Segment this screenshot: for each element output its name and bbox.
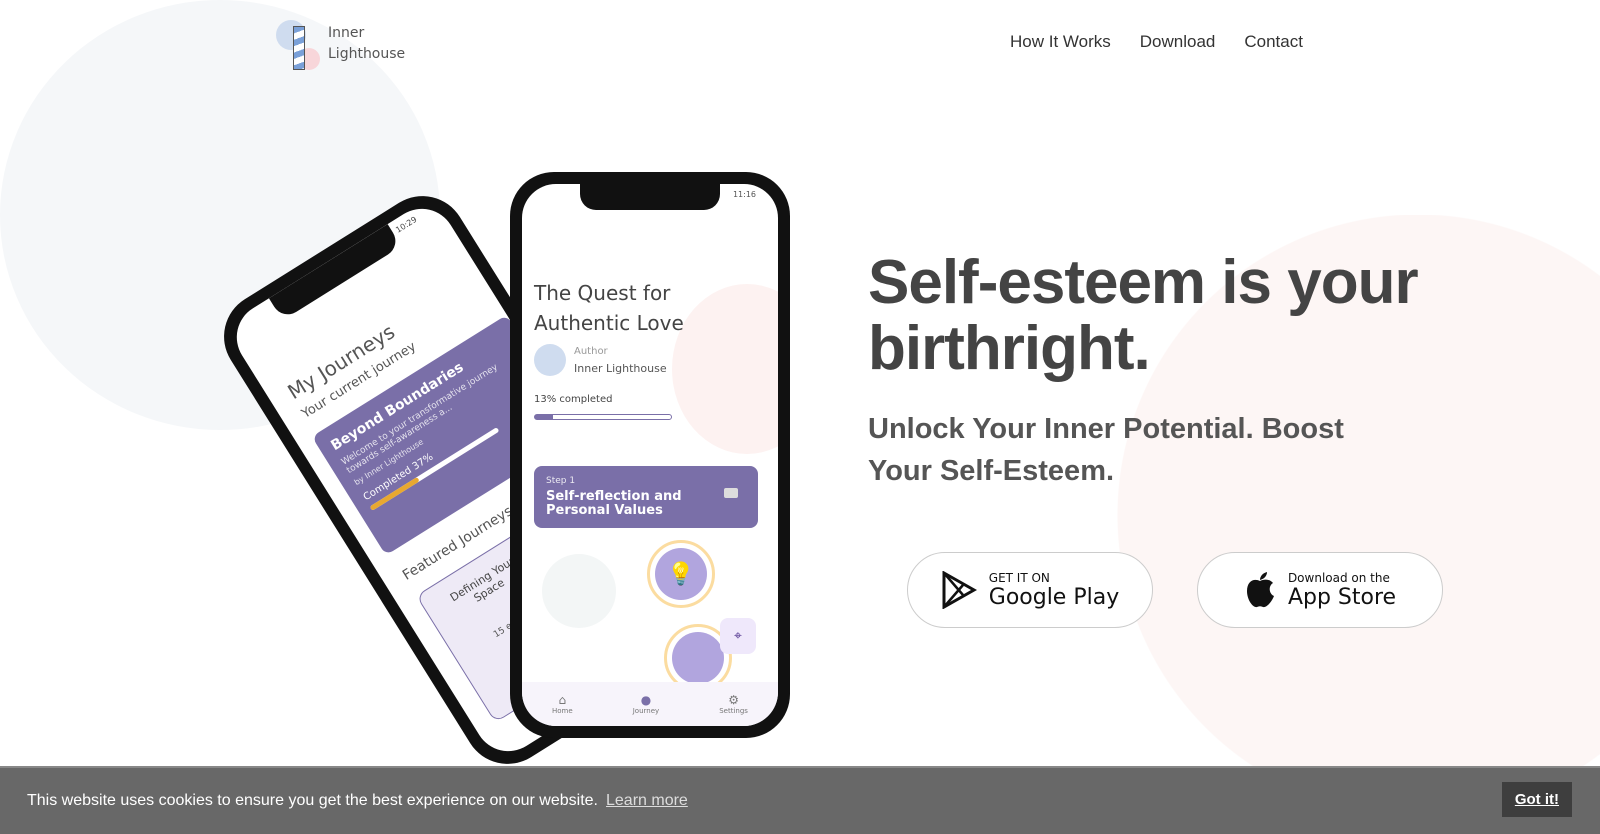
google-play-icon [942,571,977,609]
nav-download[interactable]: Download [1140,32,1216,52]
folder-icon [724,488,738,498]
google-small: GET IT ON [988,570,1050,585]
journey-title-line2: Authentic Love [534,311,684,335]
home-icon: ⌂ [558,693,567,707]
logo[interactable]: Inner Lighthouse [276,18,405,70]
author-avatar [534,344,566,376]
lighthouse-logo-icon [276,18,320,70]
tab-home[interactable]: ⌂ Home [552,693,573,715]
hero-title: Self-esteem is your birthright. [868,250,1548,382]
apple-icon [1246,572,1274,608]
status-time: 10:29 [394,214,419,235]
tab-label: Settings [719,707,748,715]
tab-label: Home [552,707,573,715]
author-label: Author [574,346,608,357]
phone-notch [580,184,720,210]
cookie-text: This website uses cookies to ensure you … [27,792,598,809]
location-pin-button[interactable]: ⌖ [720,618,756,654]
status-time: 11:16 [732,190,756,199]
google-play-button[interactable]: GET IT ON Google Play [907,552,1153,628]
nav-contact[interactable]: Contact [1244,32,1303,52]
got-it-button[interactable]: Got it! [1501,782,1572,817]
hero-subtitle: Unlock Your Inner Potential. Boost Your … [868,413,1344,487]
cookie-banner: This website uses cookies to ensure you … [0,766,1600,834]
lightbulb-node-icon[interactable]: 💡 [647,540,715,608]
google-big: Google Play [988,584,1120,610]
tab-label: Journey [632,707,660,715]
step-title: Self-reflection and Personal Values [546,489,682,518]
tab-settings[interactable]: ⚙ Settings [719,693,748,715]
apple-small: Download on the [1287,570,1390,585]
progress-label: 13% completed [534,394,613,405]
learn-more-link[interactable]: Learn more [606,792,688,810]
hero-title-line1: Self-esteem is your [868,248,1419,317]
brand-line2: Lighthouse [328,46,406,62]
step-card[interactable]: Step 1 Self-reflection and Personal Valu… [534,466,758,528]
step-label: Step 1 [546,476,576,486]
brand-line1: Inner [328,25,365,41]
tab-journey[interactable]: ● Journey [633,693,659,715]
apple-big: App Store [1287,584,1397,610]
journey-icon: ● [640,693,652,707]
journey-title-line1: The Quest for [534,281,671,305]
app-store-button[interactable]: Download on the App Store [1197,552,1443,628]
top-nav: How It Works Download Contact [1010,32,1303,52]
nav-how-it-works[interactable]: How It Works [1010,32,1111,52]
bottom-tab-bar: ⌂ Home ● Journey ⚙ Settings [522,682,778,726]
progress-bar [534,414,672,420]
phone-mockup-right: 11:16 The Quest for Authentic Love Autho… [510,172,790,738]
hero-title-line2: birthright. [868,314,1151,383]
gear-icon: ⚙ [728,693,739,707]
author-name: Inner Lighthouse [574,362,667,375]
